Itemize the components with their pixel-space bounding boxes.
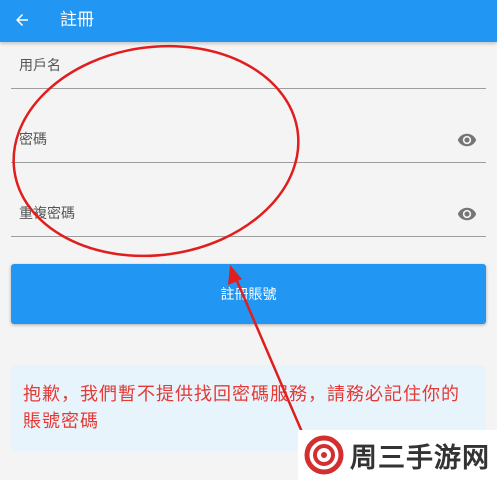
confirm-password-visibility-toggle[interactable] bbox=[456, 203, 478, 225]
back-button[interactable] bbox=[8, 6, 36, 34]
watermark-logo-icon bbox=[304, 435, 344, 475]
password-label: 密碼 bbox=[19, 132, 47, 148]
notice-text: 抱歉，我們暫不提供找回密碼服務，請務必記住你的賬號密碼 bbox=[23, 384, 460, 432]
confirm-password-field[interactable]: 重複密碼 bbox=[11, 197, 486, 237]
arrow-back-icon bbox=[16, 14, 28, 26]
eye-icon bbox=[457, 133, 477, 147]
username-label: 用戶名 bbox=[19, 58, 61, 74]
watermark: 周三手游网 bbox=[298, 430, 497, 480]
page-title: 註冊 bbox=[60, 10, 94, 30]
confirm-password-label: 重複密碼 bbox=[19, 206, 75, 222]
password-field[interactable]: 密碼 bbox=[11, 123, 486, 163]
app-bar: 註冊 bbox=[0, 0, 497, 42]
password-visibility-toggle[interactable] bbox=[456, 129, 478, 151]
eye-icon bbox=[457, 207, 477, 221]
watermark-text: 周三手游网 bbox=[350, 442, 490, 474]
username-field[interactable]: 用戶名 bbox=[11, 49, 486, 89]
register-account-button[interactable]: 註冊賬號 bbox=[11, 264, 486, 324]
